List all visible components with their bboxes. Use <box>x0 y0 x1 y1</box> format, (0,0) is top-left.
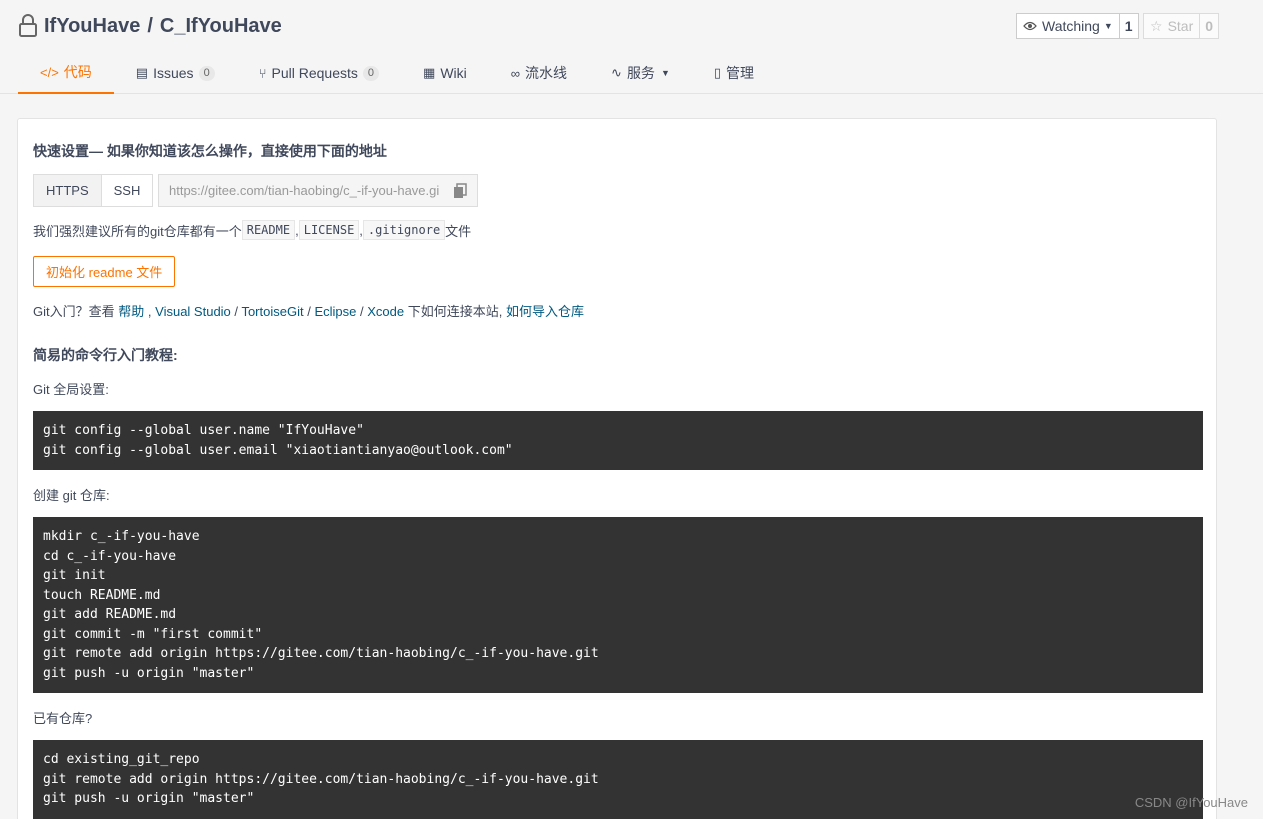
issues-count-badge: 0 <box>198 65 215 81</box>
repo-owner-link[interactable]: IfYouHave <box>44 15 140 38</box>
code-line: git config --global user.email "xiaotian… <box>43 442 513 458</box>
issues-icon: ▤ <box>135 65 149 80</box>
tab-manage[interactable]: ▯ 管理 <box>692 52 776 94</box>
watermark: CSDN @IfYouHave <box>1134 795 1248 810</box>
git-intro-middle: 下如何连接本站, <box>407 304 503 319</box>
init-readme-button[interactable]: 初始化 readme 文件 <box>33 256 176 287</box>
create-repo-code: mkdir c_-if-you-have cd c_-if-you-have g… <box>33 517 1203 693</box>
watch-label: Watching <box>1042 18 1100 34</box>
star-group: ☆ Star 0 <box>1143 13 1220 39</box>
tab-label: 流水线 <box>525 65 568 81</box>
visual-studio-link[interactable]: Visual Studio <box>155 304 231 319</box>
code-line: git config --global user.name "IfYouHave… <box>43 423 364 438</box>
git-intro-sep: / <box>360 304 364 319</box>
git-intro-sep: / <box>307 304 311 319</box>
pull-requests-count-badge: 0 <box>362 65 380 81</box>
watch-button[interactable]: Watching ▼ <box>1016 13 1120 39</box>
global-settings-code: git config --global user.name "IfYouHave… <box>33 411 1203 470</box>
recommend-suffix: 文件 <box>445 223 472 239</box>
git-intro-sep: / <box>234 304 239 319</box>
code-line: git remote add origin https://gitee.com/… <box>43 646 599 661</box>
watch-group: Watching ▼ 1 <box>1016 13 1139 39</box>
copy-icon[interactable] <box>453 183 467 199</box>
code-line: cd c_-if-you-have <box>43 548 177 564</box>
readme-code: README <box>241 220 296 240</box>
repo-tabs: </> 代码 ▤ Issues 0 ⑂ Pull Requests 0 ▦ Wi… <box>18 52 776 94</box>
protocol-switch: HTTPS SSH <box>33 174 154 207</box>
tab-services[interactable]: ∿ 服务 ▼ <box>589 52 692 94</box>
quick-setup-panel: 快速设置— 如果你知道该怎么操作，直接使用下面的地址 HTTPS SSH htt… <box>17 118 1217 819</box>
https-button[interactable]: HTTPS <box>33 174 102 207</box>
git-intro-sep: , <box>147 304 152 319</box>
tab-label: Pull Requests <box>271 65 358 81</box>
activity-icon: ∿ <box>611 65 622 80</box>
eclipse-link[interactable]: Eclipse <box>314 304 356 319</box>
repo-name-link[interactable]: C_IfYouHave <box>160 15 282 38</box>
tab-label: 代码 <box>63 64 92 80</box>
document-icon: ▯ <box>713 65 722 80</box>
help-link[interactable]: 帮助 <box>118 304 144 319</box>
tab-label: Wiki <box>440 65 467 81</box>
code-line: git init <box>43 568 106 583</box>
tab-label: 管理 <box>726 65 755 81</box>
clone-url-field[interactable]: https://gitee.com/tian-haobing/c_-if-you… <box>158 174 478 207</box>
existing-repo-code: cd existing_git_repo git remote add orig… <box>33 740 1203 819</box>
tab-wiki[interactable]: ▦ Wiki <box>401 52 489 94</box>
code-line: cd existing_git_repo <box>43 752 200 767</box>
caret-down-icon: ▼ <box>1103 21 1113 31</box>
xcode-link[interactable]: Xcode <box>367 304 404 319</box>
ssh-button[interactable]: SSH <box>101 174 154 207</box>
lock-icon <box>19 14 37 37</box>
global-settings-label: Git 全局设置: <box>33 382 109 397</box>
tortoisegit-link[interactable]: TortoiseGit <box>241 304 303 319</box>
recommend-prefix: 我们强烈建议所有的git仓库都有一个 <box>33 223 242 239</box>
license-code: LICENSE <box>298 220 360 240</box>
tab-pull-requests[interactable]: ⑂ Pull Requests 0 <box>237 52 401 94</box>
code-line: touch README.md <box>43 587 161 603</box>
pull-request-icon: ⑂ <box>258 65 267 81</box>
star-count[interactable]: 0 <box>1200 13 1220 39</box>
tab-label: Issues <box>153 65 194 81</box>
tutorial-title: 简易的命令行入门教程: <box>33 347 178 363</box>
code-line: git push -u origin "master" <box>43 791 255 806</box>
repo-header: IfYouHave / C_IfYouHave Watching ▼ 1 ☆ S… <box>0 0 1263 94</box>
clone-url-text: https://gitee.com/tian-haobing/c_-if-you… <box>169 183 439 198</box>
book-icon: ▦ <box>423 65 436 80</box>
code-line: git remote add origin https://gitee.com/… <box>43 771 599 787</box>
git-intro-text: Git入门？查看 帮助 , Visual Studio / TortoiseGi… <box>33 301 584 320</box>
star-label: Star <box>1167 18 1194 34</box>
watch-count[interactable]: 1 <box>1119 13 1139 39</box>
import-repo-link[interactable]: 如何导入仓库 <box>506 304 584 319</box>
repo-separator: / <box>147 14 153 37</box>
git-intro-prefix: Git入门？查看 <box>33 304 115 319</box>
existing-repo-label: 已有仓库? <box>33 711 93 726</box>
code-line: git add README.md <box>43 607 177 622</box>
tab-issues[interactable]: ▤ Issues 0 <box>114 52 237 94</box>
quick-setup-title: 快速设置— 如果你知道该怎么操作，直接使用下面的地址 <box>33 143 387 159</box>
code-icon: </> <box>40 64 59 80</box>
code-line: git push -u origin "master" <box>43 665 255 681</box>
pipeline-icon: ∞ <box>510 65 521 81</box>
tab-pipeline[interactable]: ∞ 流水线 <box>489 52 589 94</box>
code-line: git commit -m "first commit" <box>43 626 263 642</box>
star-icon: ☆ <box>1150 17 1163 34</box>
code-line: mkdir c_-if-you-have <box>43 529 200 544</box>
eye-icon <box>1023 21 1037 31</box>
tab-code[interactable]: </> 代码 <box>18 52 114 94</box>
recommend-text: 我们强烈建议所有的git仓库都有一个 README , LICENSE , .g… <box>33 220 471 240</box>
gitignore-code: .gitignore <box>362 220 446 240</box>
caret-down-icon: ▼ <box>660 68 670 78</box>
tab-label: 服务 <box>626 65 655 81</box>
create-repo-label: 创建 git 仓库: <box>33 488 110 503</box>
repo-title: IfYouHave / C_IfYouHave <box>18 12 282 40</box>
star-button[interactable]: ☆ Star <box>1143 13 1201 39</box>
